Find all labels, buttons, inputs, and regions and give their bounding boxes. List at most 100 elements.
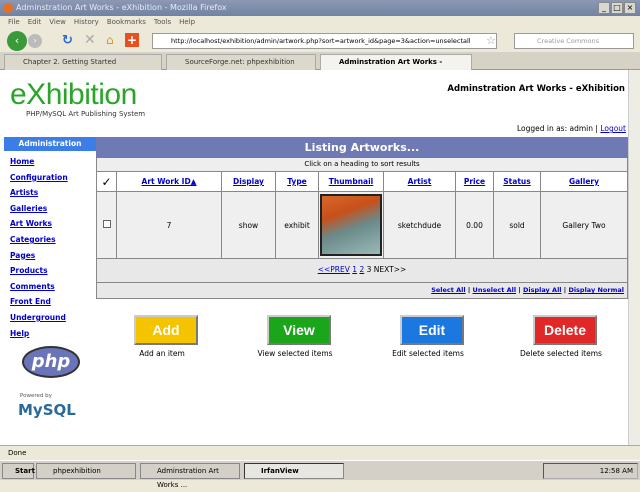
sidebar-item-artists[interactable]: Artists <box>10 185 96 201</box>
tab-chapter2[interactable]: Chapter 2. Getting Started <box>4 54 162 70</box>
sidebar-item-underground[interactable]: Underground <box>10 310 96 326</box>
menu-help[interactable]: Help <box>179 18 195 26</box>
logged-in-text: Logged in as: admin | <box>516 124 598 133</box>
menu-bookmarks[interactable]: Bookmarks <box>107 18 146 26</box>
login-status: Logged in as: admin | Logout <box>517 124 626 133</box>
forward-button[interactable]: › <box>28 34 42 48</box>
artwork-status: sold <box>493 191 541 259</box>
exhibition-logo: eXhibition <box>10 78 137 111</box>
view-button[interactable]: View <box>267 315 331 345</box>
reload-button[interactable]: ↻ <box>62 33 73 48</box>
status-bar: Done <box>0 445 640 460</box>
taskbar-firefox[interactable]: Adminstration Art Works ... <box>140 463 240 489</box>
artwork-listing: Listing Artworks... Click on a heading t… <box>96 137 628 299</box>
page-1-link[interactable]: 1 <box>352 265 357 274</box>
powered-by-text: Powered by <box>20 393 52 399</box>
artwork-id: 7 <box>116 191 222 259</box>
current-page: 3 <box>366 265 372 274</box>
select-all-link[interactable]: Select All <box>431 286 465 294</box>
menu-file[interactable]: File <box>8 18 20 26</box>
add-button[interactable]: Add <box>134 315 198 345</box>
minimize-button[interactable]: _ <box>598 2 610 14</box>
selection-links: Select All | Unselect All | Display All … <box>96 283 628 299</box>
artwork-thumbnail[interactable] <box>320 194 382 256</box>
sidebar-item-products[interactable]: Products <box>10 263 96 279</box>
sort-artwork-id[interactable]: Art Work ID▲ <box>142 177 197 186</box>
tab-admin-artworks[interactable]: Adminstration Art Works - eXhibi... <box>320 54 472 80</box>
sort-price[interactable]: Price <box>464 177 485 186</box>
prev-page-link[interactable]: <<PREV <box>318 265 350 274</box>
addon-button[interactable]: + <box>125 33 139 47</box>
system-tray: 12:58 AM <box>543 463 638 479</box>
sort-status[interactable]: Status <box>503 177 530 186</box>
page-2-link[interactable]: 2 <box>359 265 364 274</box>
maximize-button[interactable]: □ <box>611 2 623 14</box>
next-page-text: NEXT>> <box>373 265 407 274</box>
logout-link[interactable]: Logout <box>600 124 626 133</box>
row-checkbox[interactable] <box>102 220 111 228</box>
menu-view[interactable]: View <box>49 18 66 26</box>
artwork-price: 0.00 <box>455 191 494 259</box>
window-title: Adminstration Art Works - eXhibition - M… <box>16 3 227 12</box>
menu-edit[interactable]: Edit <box>28 18 42 26</box>
sidebar-item-pages[interactable]: Pages <box>10 248 96 264</box>
sort-artist[interactable]: Artist <box>408 177 432 186</box>
clock: 12:58 AM <box>599 467 633 475</box>
sidebar-title: Administration <box>4 137 96 151</box>
search-input[interactable]: Creative Commons <box>514 33 634 49</box>
view-description: View selected items <box>257 349 333 358</box>
artworks-table: ✓ Art Work ID▲ Display Type Thumbnail Ar… <box>96 171 628 259</box>
table-header-row: ✓ Art Work ID▲ Display Type Thumbnail Ar… <box>96 171 628 192</box>
sidebar-item-configuration[interactable]: Configuration <box>10 170 96 186</box>
add-description: Add an item <box>139 349 185 358</box>
select-column-header: ✓ <box>96 171 117 192</box>
sidebar-item-home[interactable]: Home <box>10 154 96 170</box>
bookmark-star-icon[interactable]: ☆ <box>486 34 496 47</box>
sort-display[interactable]: Display <box>233 177 264 186</box>
artwork-type: exhibit <box>275 191 319 259</box>
sort-hint: Click on a heading to sort results <box>96 158 628 171</box>
tab-strip: Chapter 2. Getting Started SourceForge.n… <box>0 52 640 80</box>
sidebar-item-help[interactable]: Help <box>10 326 96 342</box>
sidebar-item-comments[interactable]: Comments <box>10 279 96 295</box>
sort-gallery[interactable]: Gallery <box>569 177 599 186</box>
display-normal-link[interactable]: Display Normal <box>568 286 624 294</box>
tagline: PHP/MySQL Art Publishing System <box>26 110 146 118</box>
firefox-icon <box>3 3 13 13</box>
taskbar: Start phpexhibition Adminstration Art Wo… <box>0 460 640 489</box>
taskbar-irfanview[interactable]: IrfanView <box>244 463 344 479</box>
edit-description: Edit selected items <box>392 349 464 358</box>
pagination: <<PREV 1 2 3 NEXT>> <box>96 259 628 283</box>
sidebar-item-art-works[interactable]: Art Works <box>10 216 96 232</box>
url-bar[interactable]: http://localhost/exhibition/admin/artwor… <box>152 33 497 49</box>
table-row: 7 show exhibit sketchdude 0.00 sold Gall… <box>96 191 628 259</box>
menu-bar: File Edit View History Bookmarks Tools Help <box>0 16 640 28</box>
display-all-link[interactable]: Display All <box>523 286 562 294</box>
sidebar-item-front-end[interactable]: Front End <box>10 294 96 310</box>
sort-thumbnail[interactable]: Thumbnail <box>329 177 374 186</box>
delete-button[interactable]: Delete <box>533 315 597 345</box>
home-button[interactable]: ⌂ <box>106 33 114 47</box>
artwork-display: show <box>221 191 276 259</box>
sidebar-item-categories[interactable]: Categories <box>10 232 96 248</box>
vertical-scrollbar[interactable] <box>628 70 640 445</box>
edit-button[interactable]: Edit <box>400 315 464 345</box>
taskbar-phpexhibition[interactable]: phpexhibition <box>36 463 136 479</box>
sidebar: Administration Home Configuration Artist… <box>4 137 96 433</box>
php-logo: php <box>22 346 80 378</box>
delete-description: Delete selected items <box>520 349 602 358</box>
unselect-all-link[interactable]: Unselect All <box>473 286 517 294</box>
sidebar-item-galleries[interactable]: Galleries <box>10 201 96 217</box>
close-window-button[interactable]: × <box>624 2 636 14</box>
sort-type[interactable]: Type <box>287 177 307 186</box>
menu-tools[interactable]: Tools <box>154 18 171 26</box>
listing-title: Listing Artworks... <box>96 137 628 158</box>
artwork-artist: sketchdude <box>383 191 456 259</box>
stop-button[interactable]: ✕ <box>84 32 96 48</box>
menu-history[interactable]: History <box>74 18 99 26</box>
back-button[interactable]: ‹ <box>7 31 27 51</box>
tab-sourceforge[interactable]: SourceForge.net: phpexhibition Project..… <box>166 54 316 80</box>
window-titlebar: Adminstration Art Works - eXhibition - M… <box>0 0 640 16</box>
start-button[interactable]: Start <box>2 463 35 479</box>
mysql-logo: MySQL <box>18 401 76 419</box>
